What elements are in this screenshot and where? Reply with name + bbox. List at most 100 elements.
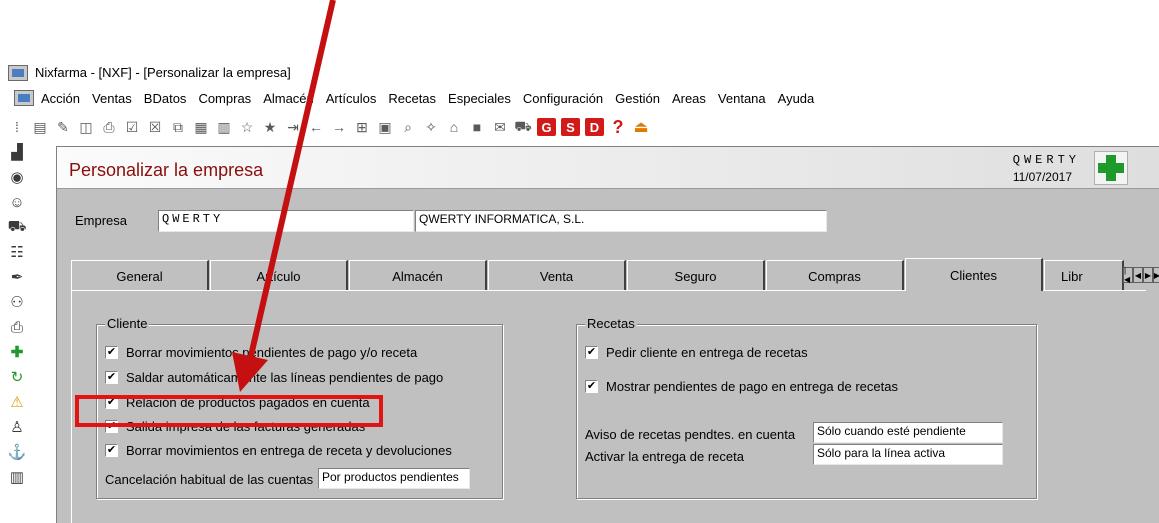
menu-ventas[interactable]: Ventas bbox=[92, 91, 132, 106]
edit-icon[interactable]: ✎ bbox=[54, 118, 72, 136]
activar-entrega-select[interactable]: Sólo para la línea activa bbox=[813, 444, 1003, 465]
tab-next-icon[interactable]: ▶ bbox=[1143, 267, 1153, 283]
star-icon[interactable]: ★ bbox=[261, 118, 279, 136]
menu-especiales[interactable]: Especiales bbox=[448, 91, 511, 106]
green-cross-icon[interactable]: ✚ bbox=[8, 343, 26, 361]
header-date: 11/07/2017 bbox=[1012, 170, 1072, 184]
checkbox-box[interactable]: ✔ bbox=[585, 380, 598, 393]
import-icon[interactable]: ⇥ bbox=[284, 118, 302, 136]
left-toolbar: ▟ ◉ ☺ ⛟ ☷ ✒ ⚇ ⎙ ✚ ↻ ⚠ ♙ ⚓ ▥ bbox=[0, 143, 28, 523]
tab-articulo[interactable]: Artículo bbox=[210, 260, 348, 291]
title-bar: Nixfarma - [NXF] - [Personalizar la empr… bbox=[0, 60, 1159, 86]
menu-areas[interactable]: Areas bbox=[672, 91, 706, 106]
barcode-icon[interactable]: ▥ bbox=[8, 468, 26, 486]
upload-icon[interactable]: ⏏ bbox=[632, 118, 650, 136]
mostrar-pendientes-checkbox[interactable]: ✔ Mostrar pendientes de pago en entrega … bbox=[585, 379, 898, 394]
tab-clientes[interactable]: Clientes bbox=[905, 258, 1043, 291]
list-icon[interactable]: ▤ bbox=[31, 118, 49, 136]
main-panel: Personalizar la empresa QWERTY 11/07/201… bbox=[56, 146, 1159, 523]
arrow-left-icon[interactable]: ← bbox=[307, 118, 325, 136]
menu-configuracion[interactable]: Configuración bbox=[523, 91, 603, 106]
warning-icon[interactable]: ⚠ bbox=[8, 393, 26, 411]
saldar-automaticamente-checkbox[interactable]: ✔ Saldar automáticamente las líneas pend… bbox=[105, 370, 443, 385]
search-icon[interactable]: ⌕ bbox=[399, 118, 417, 136]
menu-almacen[interactable]: Almacén bbox=[263, 91, 314, 106]
group-icon[interactable]: ⚇ bbox=[8, 293, 26, 311]
cart-icon[interactable]: ⛟ bbox=[514, 118, 532, 136]
borrar-movimientos-checkbox[interactable]: ✔ Borrar movimientos pendientes de pago … bbox=[105, 345, 417, 360]
stop-icon[interactable]: ■ bbox=[468, 118, 486, 136]
g-badge-button[interactable]: G bbox=[537, 118, 556, 136]
recetas-group: Recetas ✔ Pedir cliente en entrega de re… bbox=[576, 316, 1037, 499]
menu-ventana[interactable]: Ventana bbox=[718, 91, 766, 106]
menu-accion[interactable]: Acción bbox=[41, 91, 80, 106]
empresa-label: Empresa bbox=[75, 213, 128, 228]
tab-prev-icon[interactable]: ◀ bbox=[1133, 267, 1143, 283]
pedir-cliente-checkbox[interactable]: ✔ Pedir cliente en entrega de recetas bbox=[585, 345, 808, 360]
d-badge-button[interactable]: D bbox=[585, 118, 604, 136]
magic-icon[interactable]: ✧ bbox=[422, 118, 440, 136]
pills-icon[interactable]: ◉ bbox=[8, 168, 26, 186]
tab-strip: General Artículo Almacén Venta Seguro Co… bbox=[71, 258, 1159, 291]
header-company-code: QWERTY bbox=[1012, 153, 1080, 167]
tab-seguro[interactable]: Seguro bbox=[627, 260, 765, 291]
window-title: Nixfarma - [NXF] - [Personalizar la empr… bbox=[35, 65, 291, 80]
table-icon[interactable]: ▦ bbox=[192, 118, 210, 136]
menu-recetas[interactable]: Recetas bbox=[388, 91, 436, 106]
menu-ayuda[interactable]: Ayuda bbox=[778, 91, 815, 106]
checkbox-box[interactable]: ✔ bbox=[105, 444, 118, 457]
grid-icon[interactable]: ▥ bbox=[215, 118, 233, 136]
aviso-recetas-select[interactable]: Sólo cuando esté pendiente bbox=[813, 422, 1003, 443]
tab-general[interactable]: General bbox=[71, 260, 209, 291]
menu-bar: Acción Ventas BDatos Compras Almacén Art… bbox=[0, 87, 1159, 109]
annotation-highlight-box bbox=[75, 395, 383, 427]
empresa-name-field[interactable]: QWERTY INFORMATICA, S.L. bbox=[415, 210, 827, 232]
checkbox-label: Saldar automáticamente las líneas pendie… bbox=[126, 370, 444, 385]
empresa-code-field[interactable]: QWERTY bbox=[158, 210, 414, 232]
menu-compras[interactable]: Compras bbox=[198, 91, 251, 106]
print-icon[interactable]: ⎙ bbox=[100, 118, 118, 136]
tab-first-icon[interactable]: |◀ bbox=[1123, 266, 1133, 284]
pen-icon[interactable]: ✒ bbox=[8, 268, 26, 286]
star-outline-icon[interactable]: ☆ bbox=[238, 118, 256, 136]
tab-last-icon[interactable]: ▶| bbox=[1153, 267, 1159, 283]
home-icon[interactable]: ⌂ bbox=[445, 118, 463, 136]
s-badge-button[interactable]: S bbox=[561, 118, 580, 136]
menu-bdatos[interactable]: BDatos bbox=[144, 91, 187, 106]
cancelacion-select[interactable]: Por productos pendientes bbox=[318, 468, 470, 489]
disk-icon[interactable]: ◫ bbox=[77, 118, 95, 136]
copy-icon[interactable]: ⧉ bbox=[169, 118, 187, 136]
menu-articulos[interactable]: Artículos bbox=[326, 91, 377, 106]
app-menu-icon[interactable] bbox=[14, 90, 34, 106]
cancel-icon[interactable]: ☒ bbox=[146, 118, 164, 136]
checkbox-box[interactable]: ✔ bbox=[105, 346, 118, 359]
checkbox-box[interactable]: ✔ bbox=[105, 371, 118, 384]
users-icon[interactable]: ☷ bbox=[8, 243, 26, 261]
mail-icon[interactable]: ✉ bbox=[491, 118, 509, 136]
calculator-icon[interactable]: ▣ bbox=[376, 118, 394, 136]
cash-register-icon[interactable]: ▟ bbox=[8, 143, 26, 161]
tab-libr[interactable]: Libr bbox=[1044, 260, 1124, 291]
person-icon[interactable]: ☺ bbox=[8, 193, 26, 211]
printer-icon[interactable]: ⎙ bbox=[8, 318, 26, 336]
tab-venta[interactable]: Venta bbox=[488, 260, 626, 291]
page-title: Personalizar la empresa bbox=[69, 160, 264, 180]
refresh-icon[interactable]: ↻ bbox=[8, 368, 26, 386]
tab-compras[interactable]: Compras bbox=[766, 260, 904, 291]
cancelacion-label: Cancelación habitual de las cuentas bbox=[105, 472, 314, 487]
help-button[interactable]: ? bbox=[609, 117, 627, 137]
borrar-entrega-receta-checkbox[interactable]: ✔ Borrar movimientos en entrega de recet… bbox=[105, 443, 452, 458]
checkbox-box[interactable]: ✔ bbox=[585, 346, 598, 359]
toolbar: ⁞ ▤ ✎ ◫ ⎙ ☑ ☒ ⧉ ▦ ▥ ☆ ★ ⇥ ← → ⊞ ▣ ⌕ ✧ ⌂ … bbox=[0, 113, 1159, 141]
cart-side-icon[interactable]: ⛟ bbox=[8, 218, 27, 236]
tab-almacen[interactable]: Almacén bbox=[349, 260, 487, 291]
insert-icon[interactable]: ⊞ bbox=[353, 118, 371, 136]
arrow-right-icon[interactable]: → bbox=[330, 118, 348, 136]
menu-gestion[interactable]: Gestión bbox=[615, 91, 660, 106]
activar-entrega-label: Activar la entrega de receta bbox=[585, 449, 744, 464]
tab-scroll-arrows: |◀ ◀ ▶ ▶| bbox=[1123, 266, 1159, 284]
person-chart-icon[interactable]: ♙ bbox=[8, 418, 26, 436]
checklist-icon[interactable]: ☑ bbox=[123, 118, 141, 136]
network-icon[interactable]: ⚓ bbox=[8, 443, 27, 461]
recetas-legend: Recetas bbox=[585, 316, 637, 331]
